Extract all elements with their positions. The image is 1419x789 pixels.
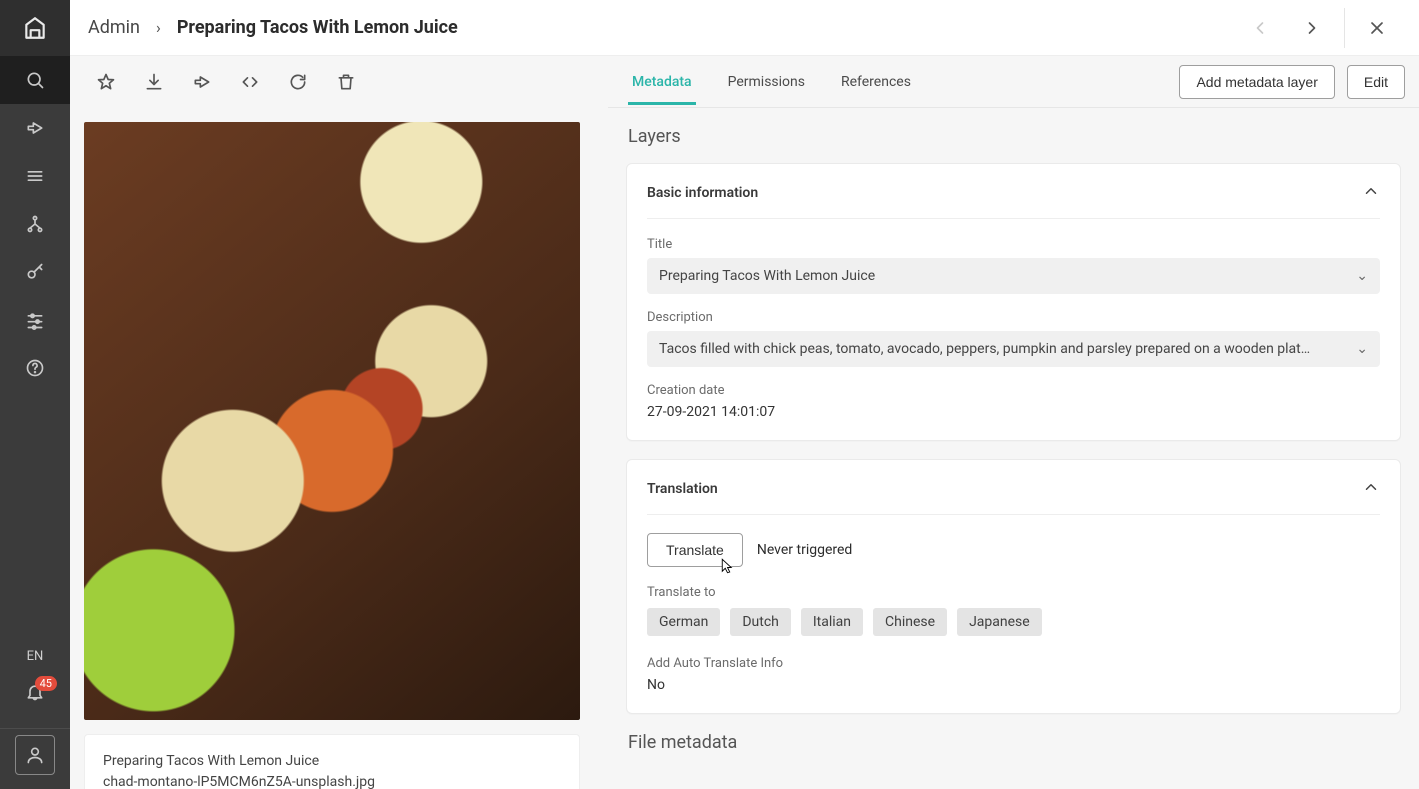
panel-title-translation: Translation — [647, 481, 718, 497]
lang-chip: Italian — [801, 608, 863, 636]
lang-chip: German — [647, 608, 720, 636]
creation-date-value: 27-09-2021 14:01:07 — [647, 404, 1380, 420]
breadcrumb: Admin › Preparing Tacos With Lemon Juice — [88, 17, 458, 38]
next-item-button[interactable] — [1288, 4, 1336, 52]
title-field[interactable]: Preparing Tacos With Lemon Juice ⌄ — [647, 258, 1380, 294]
file-name: chad-montano-lP5MCM6nZ5A-unsplash.jpg — [103, 772, 561, 789]
file-title: Preparing Tacos With Lemon Juice — [103, 751, 561, 772]
panel-title-basic: Basic information — [647, 185, 758, 201]
sidebar: EN 45 — [0, 0, 70, 789]
collapse-icon[interactable] — [1362, 478, 1380, 500]
lang-chip: Dutch — [730, 608, 791, 636]
refresh-button[interactable] — [278, 62, 318, 102]
add-metadata-layer-button[interactable]: Add metadata layer — [1179, 65, 1334, 99]
translate-button[interactable]: Translate — [647, 533, 743, 567]
prev-item-button[interactable] — [1236, 4, 1284, 52]
lang-chip: Chinese — [873, 608, 947, 636]
chevron-down-icon: ⌄ — [1356, 268, 1368, 284]
tab-permissions[interactable]: Permissions — [728, 60, 805, 104]
collapse-icon[interactable] — [1362, 182, 1380, 204]
tabs-row: Metadata Permissions References Add meta… — [608, 56, 1419, 108]
favorite-button[interactable] — [86, 62, 126, 102]
translation-status: Never triggered — [757, 542, 852, 558]
breadcrumb-root[interactable]: Admin — [88, 17, 140, 38]
notification-badge: 45 — [35, 676, 57, 691]
sidebar-item-key[interactable] — [0, 248, 70, 296]
auto-translate-info-label: Add Auto Translate Info — [647, 656, 1380, 671]
translate-to-chips: German Dutch Italian Chinese Japanese — [647, 608, 1380, 636]
layers-heading: Layers — [628, 126, 1401, 147]
file-info-card: Preparing Tacos With Lemon Juice chad-mo… — [84, 734, 580, 789]
creation-date-label: Creation date — [647, 383, 1380, 398]
tab-references[interactable]: References — [841, 60, 911, 104]
sidebar-item-list[interactable] — [0, 152, 70, 200]
lang-chip: Japanese — [957, 608, 1042, 636]
user-avatar[interactable] — [15, 735, 55, 775]
sidebar-lang[interactable]: EN — [27, 649, 44, 664]
auto-translate-info-value: No — [647, 677, 1380, 693]
sidebar-item-help[interactable] — [0, 344, 70, 392]
asset-preview-image[interactable] — [84, 122, 580, 720]
file-metadata-heading: File metadata — [628, 732, 1401, 753]
asset-toolbar — [70, 56, 608, 108]
title-value: Preparing Tacos With Lemon Juice — [659, 268, 1338, 284]
close-button[interactable] — [1353, 4, 1401, 52]
app-logo[interactable] — [0, 0, 70, 56]
delete-button[interactable] — [326, 62, 366, 102]
main: Admin › Preparing Tacos With Lemon Juice — [70, 0, 1419, 789]
title-label: Title — [647, 237, 1380, 252]
share-button[interactable] — [182, 62, 222, 102]
header: Admin › Preparing Tacos With Lemon Juice — [70, 0, 1419, 56]
description-value: Tacos filled with chick peas, tomato, av… — [659, 341, 1338, 357]
description-label: Description — [647, 310, 1380, 325]
translate-to-label: Translate to — [647, 585, 1380, 600]
edit-button[interactable]: Edit — [1347, 65, 1405, 99]
sidebar-item-share[interactable] — [0, 104, 70, 152]
embed-button[interactable] — [230, 62, 270, 102]
sidebar-item-hierarchy[interactable] — [0, 200, 70, 248]
panel-basic-information: Basic information Title Preparing Tacos … — [626, 163, 1401, 441]
page-title: Preparing Tacos With Lemon Juice — [177, 17, 458, 38]
chevron-down-icon: ⌄ — [1356, 341, 1368, 357]
download-button[interactable] — [134, 62, 174, 102]
panel-translation: Translation Translate Never triggered Tr… — [626, 459, 1401, 714]
sidebar-item-settings[interactable] — [0, 296, 70, 344]
chevron-right-icon: › — [150, 18, 167, 37]
sidebar-item-search[interactable] — [0, 56, 70, 104]
sidebar-notifications[interactable]: 45 — [25, 682, 45, 706]
description-field[interactable]: Tacos filled with chick peas, tomato, av… — [647, 331, 1380, 367]
tab-metadata[interactable]: Metadata — [632, 60, 692, 104]
